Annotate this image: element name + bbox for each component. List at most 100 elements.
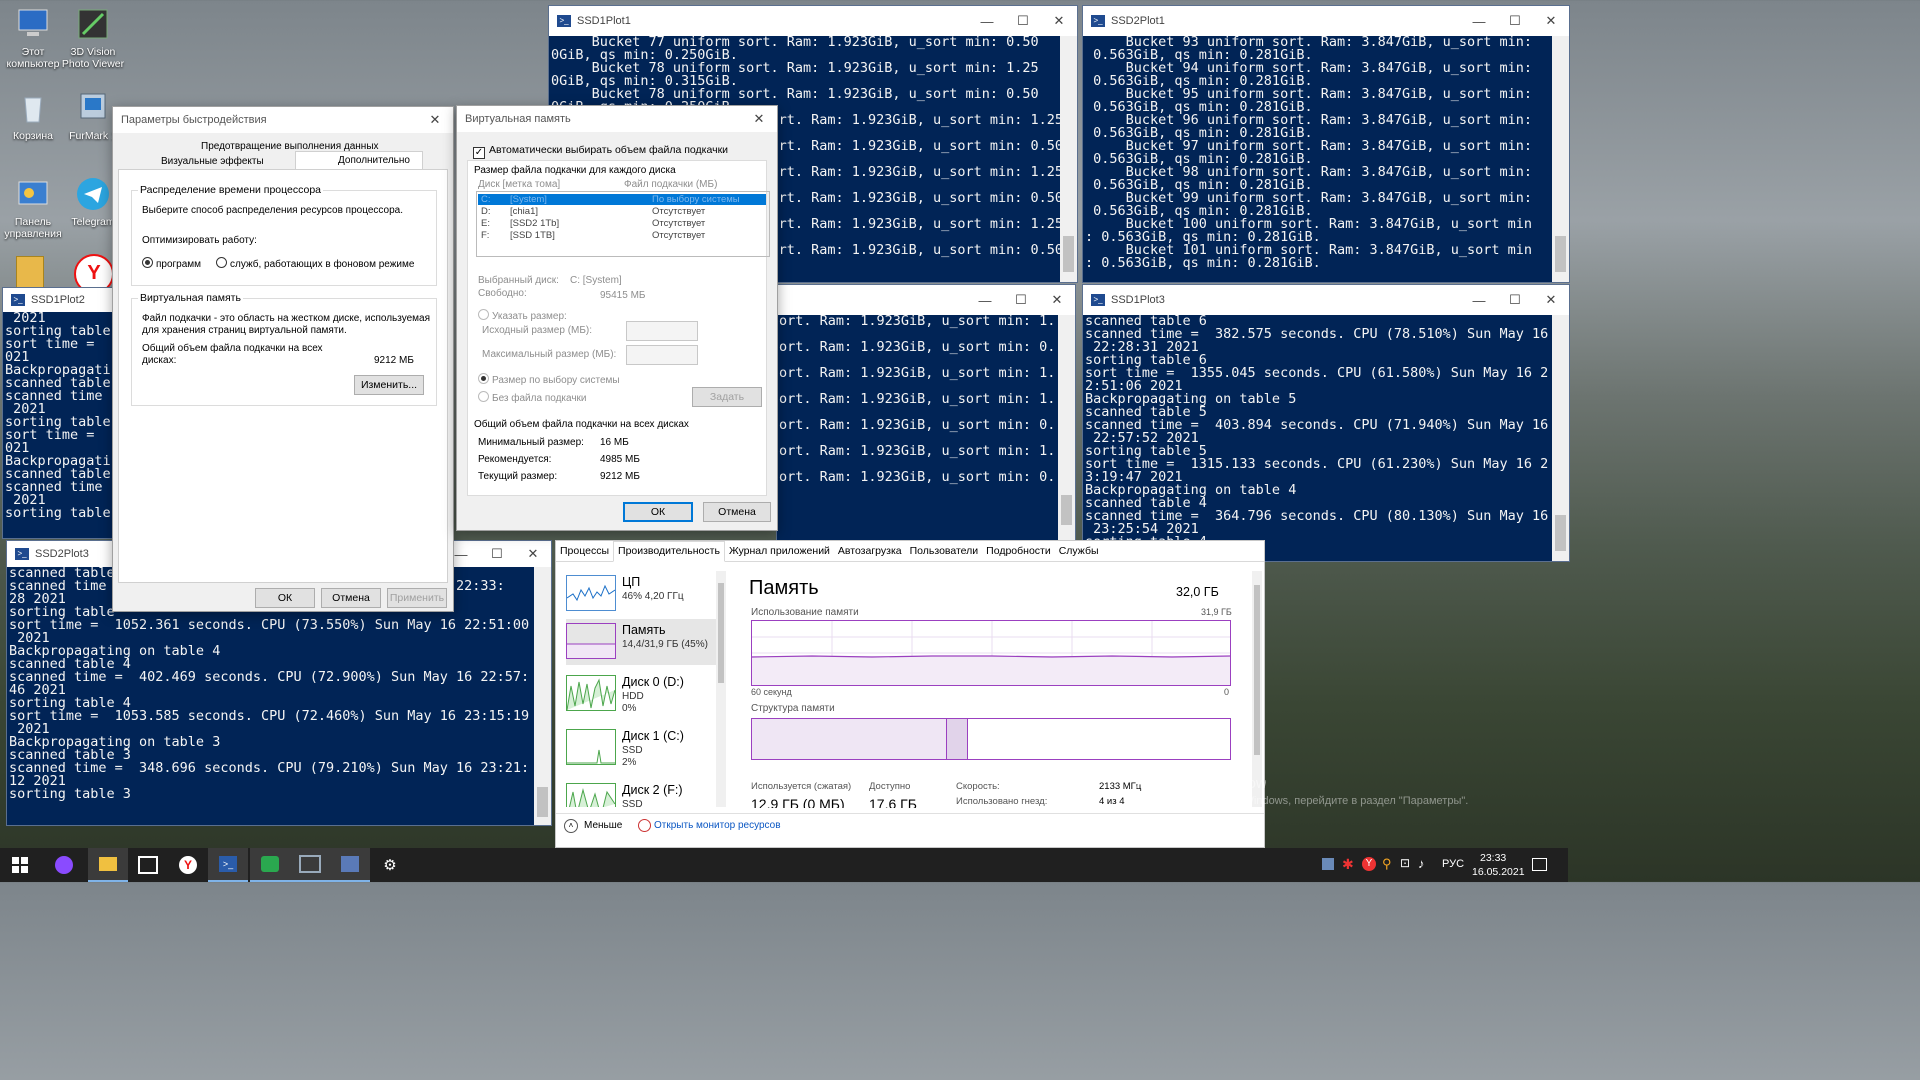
- tray-app-icon[interactable]: [1322, 858, 1334, 870]
- tab-visual-effects[interactable]: Визуальные эффекты: [161, 156, 264, 167]
- store-icon[interactable]: [128, 848, 168, 882]
- tray-search-icon[interactable]: ⚲: [1382, 856, 1392, 872]
- perf-item-memory[interactable]: Память 14,4/31,9 ГБ (45%): [566, 619, 718, 665]
- scrollbar[interactable]: [534, 567, 551, 825]
- settings-gear-icon[interactable]: ⚙: [370, 848, 410, 882]
- perf-item-disk1[interactable]: Диск 1 (C:) SSD 2%: [566, 725, 716, 771]
- console-ssd1plot3[interactable]: >_ SSD1Plot3 — ☐ ✕ scanned table 6 scann…: [1082, 284, 1570, 562]
- close-icon[interactable]: ✕: [515, 546, 551, 562]
- performance-options-dialog[interactable]: Параметры быстродействия ✕ Предотвращени…: [112, 106, 454, 612]
- open-resource-monitor-link[interactable]: Открыть монитор ресурсов: [654, 820, 781, 831]
- set-button[interactable]: Задать: [692, 387, 762, 407]
- tab-processes[interactable]: Процессы: [556, 545, 613, 557]
- scrollbar[interactable]: [1552, 315, 1569, 561]
- ok-button[interactable]: ОК: [623, 502, 693, 522]
- window-titlebar[interactable]: >_ SSD1Plot1 — ☐ ✕: [549, 6, 1077, 36]
- close-icon[interactable]: ✕: [1039, 292, 1075, 308]
- drive-row-selected[interactable]: C: [System] По выбору системы: [478, 194, 766, 205]
- close-icon[interactable]: ✕: [417, 112, 453, 128]
- window-titlebar[interactable]: — ☐ ✕: [777, 285, 1075, 315]
- desktop-icon-3d-vision[interactable]: 3D Vision Photo Viewer: [60, 6, 126, 70]
- system-properties-taskbar-icon[interactable]: [330, 848, 370, 882]
- maximize-icon[interactable]: ☐: [1003, 292, 1039, 308]
- apply-button[interactable]: Применить: [387, 588, 447, 608]
- perf-item-cpu[interactable]: ЦП 46% 4,20 ГГц: [566, 571, 716, 617]
- side-scrollbar[interactable]: [716, 571, 726, 807]
- tab-services[interactable]: Службы: [1055, 545, 1103, 557]
- perf-item-disk2[interactable]: Диск 2 (F:) SSD: [566, 779, 716, 807]
- ok-button[interactable]: ОК: [255, 588, 315, 608]
- max-size-input[interactable]: [626, 345, 698, 365]
- chevron-up-icon[interactable]: ˄: [564, 819, 578, 833]
- perf-item-disk0[interactable]: Диск 0 (D:) HDD 0%: [566, 671, 716, 717]
- tray-yandex-icon[interactable]: Y: [1362, 857, 1376, 871]
- console-middle[interactable]: — ☐ ✕ ort. Ram: 1.923GiB, u_sort min: 1.…: [776, 284, 1076, 542]
- maximize-icon[interactable]: ☐: [1497, 292, 1533, 308]
- console-ssd1plot2[interactable]: >_ SSD1Plot2 2021 sorting table sort tim…: [2, 287, 124, 539]
- dialog-titlebar[interactable]: Параметры быстродействия ✕: [113, 107, 453, 133]
- console-ssd2plot1[interactable]: >_ SSD2Plot1 — ☐ ✕ Bucket 93 uniform sor…: [1082, 5, 1570, 283]
- memory-structure-label: Структура памяти: [751, 703, 835, 714]
- drive-list[interactable]: C: [System] По выбору системы D: [chia1]…: [476, 191, 770, 257]
- radio-background-services[interactable]: служб, работающих в фоновом режиме: [216, 257, 414, 270]
- window-titlebar[interactable]: >_ SSD1Plot2: [3, 288, 123, 312]
- file-explorer-icon[interactable]: [88, 848, 128, 882]
- free-label: Свободно:: [478, 288, 527, 299]
- notifications-icon[interactable]: [1532, 858, 1547, 871]
- minimize-icon[interactable]: —: [1461, 14, 1497, 29]
- tab-advanced[interactable]: Дополнительно: [295, 151, 423, 170]
- scrollbar[interactable]: [1060, 36, 1077, 282]
- virtual-memory-dialog[interactable]: Виртуальная память ✕ ✓ Автоматически выби…: [456, 105, 778, 531]
- alice-assistant-icon[interactable]: [44, 848, 84, 882]
- initial-size-input[interactable]: [626, 321, 698, 341]
- desktop-icon-control-panel[interactable]: Панель управления: [0, 176, 66, 240]
- close-icon[interactable]: ✕: [1533, 13, 1569, 29]
- tab-app-history[interactable]: Журнал приложений: [725, 545, 834, 557]
- input-language[interactable]: РУС: [1442, 858, 1464, 870]
- network-icon[interactable]: ⊡: [1400, 856, 1410, 870]
- performance-options-taskbar-icon[interactable]: [290, 848, 330, 882]
- fewer-details-link[interactable]: Меньше: [584, 820, 622, 831]
- desktop-icon-this-pc[interactable]: Этот компьютер: [0, 6, 66, 70]
- close-icon[interactable]: ✕: [741, 111, 777, 127]
- radio-custom-size[interactable]: Указать размер:: [478, 309, 567, 322]
- cancel-button[interactable]: Отмена: [321, 588, 381, 608]
- auto-checkbox[interactable]: ✓ Автоматически выбирать объем файла подк…: [473, 144, 728, 159]
- tab-startup[interactable]: Автозагрузка: [834, 545, 906, 557]
- window-titlebar[interactable]: >_ SSD1Plot3 — ☐ ✕: [1083, 285, 1569, 315]
- maximize-icon[interactable]: ☐: [479, 546, 515, 562]
- start-button[interactable]: [0, 848, 40, 882]
- desktop-icon-recycle-bin[interactable]: Корзина: [0, 90, 66, 142]
- yandex-taskbar-icon[interactable]: Y: [168, 848, 208, 882]
- dialog-titlebar[interactable]: Виртуальная память ✕: [457, 106, 777, 132]
- tab-users[interactable]: Пользователи: [906, 545, 983, 557]
- clock-date[interactable]: 16.05.2021: [1472, 866, 1525, 878]
- volume-icon[interactable]: ♪: [1418, 856, 1425, 871]
- tray-alert-icon[interactable]: ✱: [1342, 856, 1354, 873]
- radio-system-managed[interactable]: Размер по выбору системы: [478, 373, 620, 386]
- maximize-icon[interactable]: ☐: [1005, 13, 1041, 29]
- radio-no-paging-file[interactable]: Без файла подкачки: [478, 391, 587, 404]
- minimize-icon[interactable]: —: [967, 293, 1003, 308]
- close-icon[interactable]: ✕: [1533, 292, 1569, 308]
- tab-details[interactable]: Подробности: [982, 545, 1055, 557]
- minimize-icon[interactable]: —: [1461, 293, 1497, 308]
- clock-time[interactable]: 23:33: [1480, 852, 1506, 864]
- minimize-icon[interactable]: —: [969, 14, 1005, 29]
- close-icon[interactable]: ✕: [1041, 13, 1077, 29]
- app-taskbar-icon[interactable]: [250, 848, 290, 882]
- window-titlebar[interactable]: >_ SSD2Plot1 — ☐ ✕: [1083, 6, 1569, 36]
- powershell-taskbar-icon[interactable]: >_: [208, 848, 248, 882]
- drive-row[interactable]: E: [SSD2 1Tb] Отсутствует: [478, 218, 766, 230]
- cancel-button[interactable]: Отмена: [703, 502, 771, 522]
- scrollbar[interactable]: [1552, 36, 1569, 282]
- main-scrollbar[interactable]: [1252, 571, 1262, 807]
- radio-programs[interactable]: программ: [142, 257, 201, 270]
- maximize-icon[interactable]: ☐: [1497, 13, 1533, 29]
- change-button[interactable]: Изменить...: [354, 375, 424, 395]
- scrollbar[interactable]: [1058, 315, 1075, 541]
- drive-row[interactable]: F: [SSD 1TB] Отсутствует: [478, 230, 766, 242]
- tab-performance[interactable]: Производительность: [613, 541, 725, 562]
- folder-icon[interactable]: [16, 256, 44, 290]
- drive-row[interactable]: D: [chia1] Отсутствует: [478, 206, 766, 218]
